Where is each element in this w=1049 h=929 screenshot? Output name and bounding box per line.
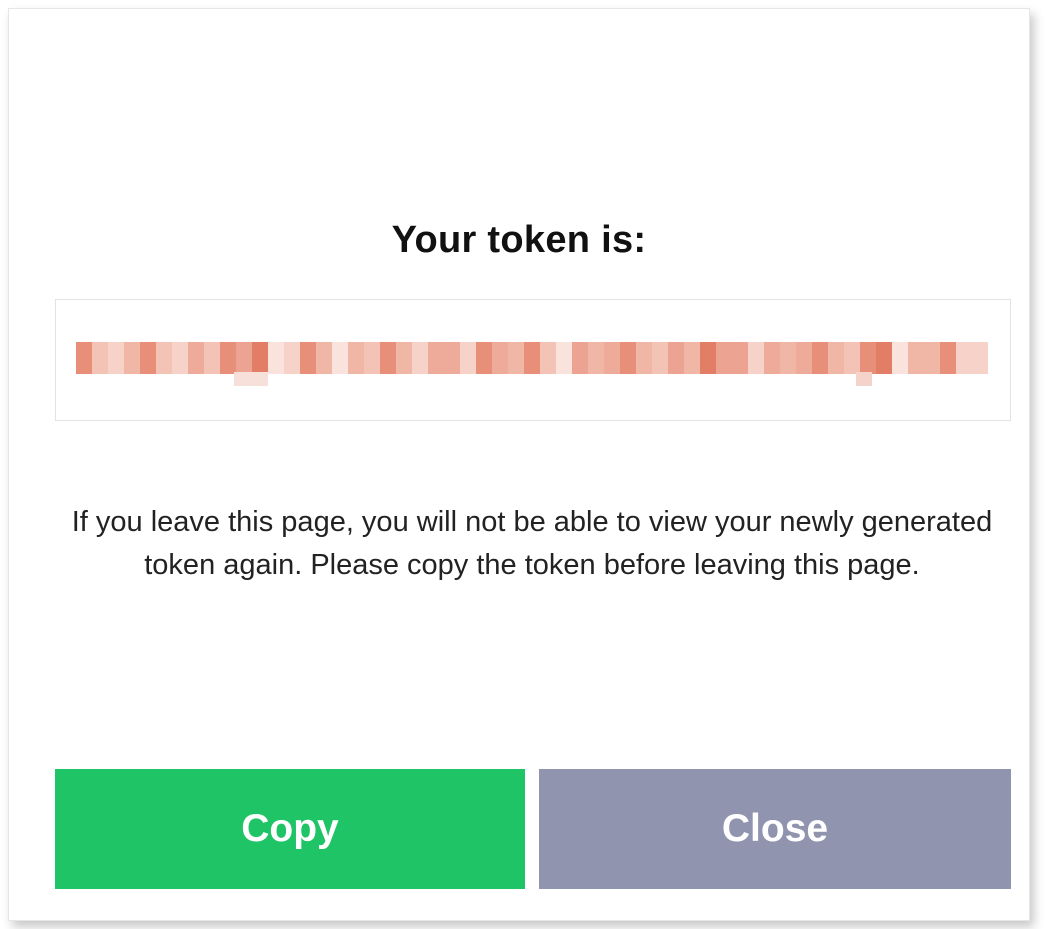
- redaction-pixel: [588, 342, 604, 374]
- redaction-pixel: [156, 342, 172, 374]
- redacted-token-value: [76, 342, 988, 374]
- redaction-pixel: [364, 342, 380, 374]
- redaction-pixel: [492, 342, 508, 374]
- redaction-pixel: [700, 342, 716, 374]
- redaction-pixel: [876, 342, 892, 374]
- redaction-pixel: [860, 342, 876, 374]
- redaction-pixel: [428, 342, 444, 374]
- redaction-pixel: [76, 342, 92, 374]
- redaction-pixel: [556, 342, 572, 374]
- warning-message: If you leave this page, you will not be …: [71, 506, 993, 581]
- redaction-pixel: [348, 342, 364, 374]
- redaction-pixel: [476, 342, 492, 374]
- redaction-pixel: [764, 342, 780, 374]
- redaction-pixel: [188, 342, 204, 374]
- redaction-pixel: [924, 342, 940, 374]
- redaction-pixel: [940, 342, 956, 374]
- redaction-pixel: [604, 342, 620, 374]
- redaction-pixel: [220, 342, 236, 374]
- redaction-pixel: [956, 342, 972, 374]
- redaction-pixel: [316, 342, 332, 374]
- redaction-pixel: [380, 342, 396, 374]
- redaction-pixel: [892, 342, 908, 374]
- copy-button[interactable]: Copy: [55, 769, 525, 889]
- redaction-pixel: [524, 342, 540, 374]
- redaction-pixel: [124, 342, 140, 374]
- dialog-title: Your token is:: [391, 219, 647, 261]
- redaction-fragment: [856, 372, 872, 386]
- redaction-pixel: [172, 342, 188, 374]
- redaction-pixel: [908, 342, 924, 374]
- redaction-pixel: [796, 342, 812, 374]
- redaction-pixel: [204, 342, 220, 374]
- redaction-pixel: [828, 342, 844, 374]
- redaction-pixel: [508, 342, 524, 374]
- redaction-pixel: [732, 342, 748, 374]
- token-dialog: Your token is: If you leave this page, y…: [8, 8, 1030, 921]
- close-button[interactable]: Close: [539, 769, 1011, 889]
- redaction-pixel: [252, 342, 268, 374]
- redaction-pixel: [684, 342, 700, 374]
- redaction-pixel: [748, 342, 764, 374]
- redaction-pixel: [844, 342, 860, 374]
- redaction-pixel: [140, 342, 156, 374]
- redaction-pixel: [972, 342, 988, 374]
- redaction-pixel: [540, 342, 556, 374]
- redaction-pixel: [716, 342, 732, 374]
- redaction-pixel: [460, 342, 476, 374]
- redaction-pixel: [812, 342, 828, 374]
- redaction-pixel: [444, 342, 460, 374]
- redaction-pixel: [284, 342, 300, 374]
- redaction-pixel: [572, 342, 588, 374]
- redaction-fragment: [234, 372, 268, 386]
- redaction-pixel: [396, 342, 412, 374]
- redaction-pixel: [412, 342, 428, 374]
- redaction-pixel: [668, 342, 684, 374]
- token-field[interactable]: [55, 299, 1011, 421]
- redaction-pixel: [652, 342, 668, 374]
- redaction-pixel: [108, 342, 124, 374]
- redaction-pixel: [300, 342, 316, 374]
- redaction-pixel: [332, 342, 348, 374]
- redaction-pixel: [780, 342, 796, 374]
- redaction-pixel: [236, 342, 252, 374]
- redaction-pixel: [636, 342, 652, 374]
- redaction-pixel: [268, 342, 284, 374]
- redaction-pixel: [92, 342, 108, 374]
- redaction-pixel: [620, 342, 636, 374]
